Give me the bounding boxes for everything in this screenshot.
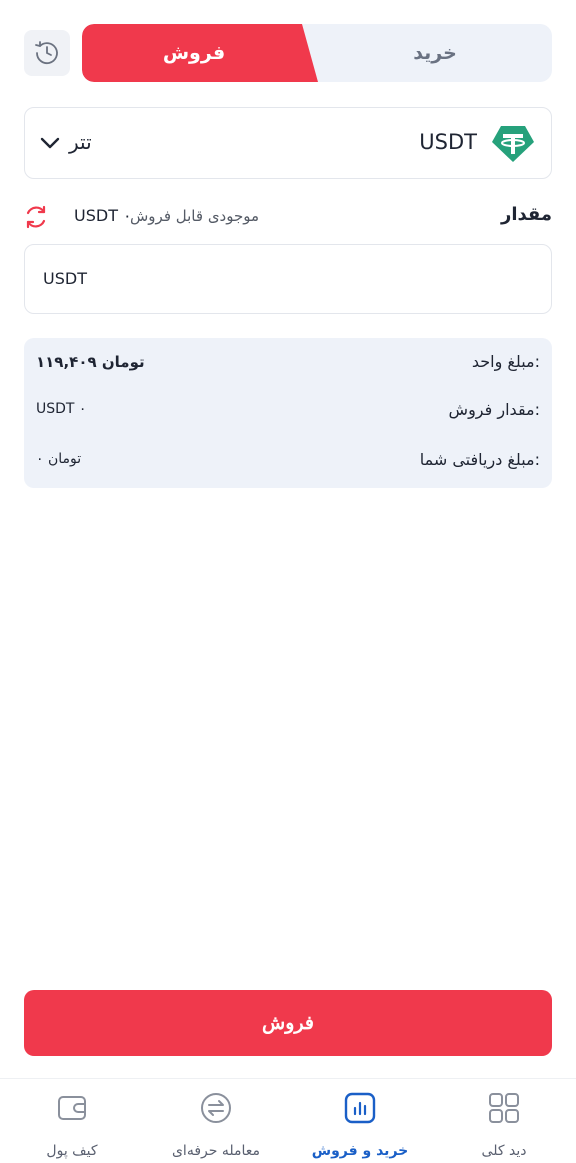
nav-item-pro-trade[interactable]: معامله حرفه‌ای xyxy=(144,1091,288,1161)
history-button[interactable] xyxy=(24,30,70,76)
currency-code: USDT xyxy=(419,130,477,154)
received-amount-value: ۰ تومان xyxy=(36,451,82,467)
trade-type-tabs: فروش خرید xyxy=(82,24,552,82)
bottom-nav: کیف پول معامله حرفه‌ای خرید و فروش دید ک… xyxy=(0,1078,576,1163)
amount-field[interactable]: USDT xyxy=(24,244,552,314)
order-summary: مبلغ واحد: ۱۱۹,۴۰۹ تومان مقدار فروش: USD… xyxy=(24,338,552,488)
nav-label-wallet: کیف پول xyxy=(46,1143,98,1159)
nav-item-overview[interactable]: دید کلی xyxy=(432,1091,576,1161)
tether-icon xyxy=(492,126,534,162)
tab-sell-label: فروش xyxy=(162,42,226,64)
wallet-icon xyxy=(58,1096,86,1120)
sell-button[interactable]: فروش xyxy=(24,990,552,1056)
available-balance-value: USDT ۰ xyxy=(74,206,132,225)
summary-row-unit-price: مبلغ واحد: ۱۱۹,۴۰۹ تومان xyxy=(24,352,552,376)
amount-input[interactable] xyxy=(137,257,537,301)
grid-icon xyxy=(489,1093,519,1123)
clock-history-icon xyxy=(35,41,58,65)
tab-buy-label: خرید xyxy=(413,42,457,64)
nav-item-wallet[interactable]: کیف پول xyxy=(0,1091,144,1161)
unit-price-value: ۱۱۹,۴۰۹ تومان xyxy=(36,353,145,371)
unit-price-label: مبلغ واحد: xyxy=(471,352,540,371)
available-balance-label: موجودی قابل فروش xyxy=(130,207,260,225)
chevron-down-icon xyxy=(40,137,60,149)
tab-sell[interactable]: فروش xyxy=(82,24,318,82)
exchange-icon xyxy=(201,1093,231,1123)
chart-bars-icon xyxy=(344,1092,376,1124)
nav-item-buy-sell[interactable]: خرید و فروش xyxy=(288,1091,432,1161)
amount-label: مقدار xyxy=(500,204,552,225)
sell-amount-value: USDT ۰ xyxy=(36,401,87,417)
summary-row-sell-amount: مقدار فروش: USDT ۰ xyxy=(24,400,552,424)
summary-row-received: مبلغ دریافتی شما: ۰ تومان xyxy=(24,450,552,474)
nav-label-overview: دید کلی xyxy=(481,1143,527,1159)
currency-name: تتر xyxy=(69,130,92,154)
refresh-icon[interactable] xyxy=(22,203,50,231)
amount-unit: USDT xyxy=(43,269,87,288)
received-amount-label: مبلغ دریافتی شما: xyxy=(419,450,540,469)
nav-label-buy-sell: خرید و فروش xyxy=(311,1143,409,1159)
sell-button-label: فروش xyxy=(262,1012,314,1034)
sell-amount-label: مقدار فروش: xyxy=(448,400,540,419)
nav-label-pro-trade: معامله حرفه‌ای xyxy=(171,1143,261,1159)
tab-buy[interactable]: خرید xyxy=(318,24,552,82)
currency-selector[interactable]: USDT تتر xyxy=(24,107,552,179)
